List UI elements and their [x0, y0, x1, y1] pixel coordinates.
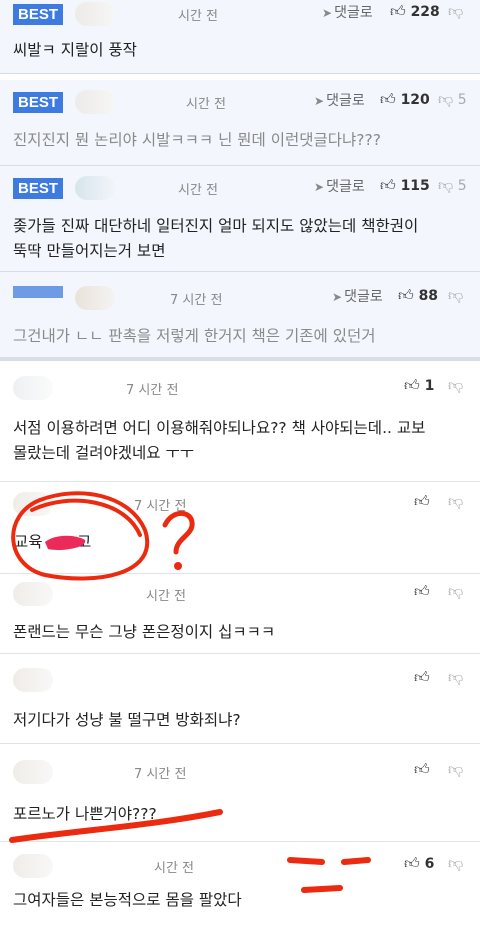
dislike-button[interactable]: 👎︎: [448, 492, 463, 511]
thumbs-up-icon: 👍︎: [390, 2, 406, 20]
like-button[interactable]: 👍︎: [414, 582, 430, 601]
comment-time: 7 시간 전: [134, 499, 187, 514]
dislike-button[interactable]: 👎︎: [448, 582, 463, 601]
comment-time: 시간 전: [146, 589, 187, 604]
best-badge: BEST: [13, 4, 63, 25]
best-badge: BEST: [13, 178, 63, 199]
dislike-button[interactable]: 👎︎: [448, 760, 463, 779]
comment-time: 7 시간 전: [170, 293, 223, 308]
comment-text: 저기다가 성냥 불 떨구면 방화죄냐?: [13, 711, 241, 729]
thumbs-up-icon: 👍︎: [404, 854, 420, 872]
thumbs-down-icon: 👎︎: [448, 582, 464, 600]
thumbs-down-icon: 👎︎: [448, 492, 464, 510]
avatar[interactable]: [75, 176, 115, 200]
comment: 시간 전 👍︎ 👎︎ 폰랜드는 무슨 그냥 폰은정이지 십ㅋㅋㅋ: [0, 574, 480, 654]
like-button[interactable]: 👍︎ 115: [380, 176, 430, 195]
best-comment: BEST 시간 전 ➤ 댓글로 👍︎ 228 👎︎ 씨발ㅋ 지랄이 풍작: [0, 0, 480, 74]
dislike-button[interactable]: 👎︎ 5: [438, 90, 467, 109]
best-comment: 7 시간 전 ➤ 댓글로 👍︎ 88 👎︎ 그건내가 ㄴㄴ 판촉을 저렇게 한거지…: [0, 272, 480, 358]
thumbs-up-icon: 👍︎: [414, 582, 430, 600]
reply-button[interactable]: ➤ 댓글로: [332, 286, 383, 306]
like-button[interactable]: 👍︎ 1: [404, 376, 434, 395]
comment-text: 좆가들 진짜 대단하네 일터진지 얼마 되지도 않았는데 책한권이 뚝딱 만들어…: [13, 217, 419, 260]
avatar[interactable]: [75, 90, 115, 114]
best-badge: BEST: [13, 92, 63, 113]
like-button[interactable]: 👍︎: [414, 492, 430, 511]
comment-text: 진지진지 뭔 논리야 시발ㅋㅋㅋ 닌 뭔데 이런댓글다냐???: [13, 131, 381, 149]
dislike-button[interactable]: 👎︎: [448, 376, 463, 395]
comment-text: 그건내가 ㄴㄴ 판촉을 저렇게 한거지 책은 기존에 있던거: [13, 327, 376, 345]
comment-time: 시간 전: [186, 97, 227, 112]
comment-text: 씨발ㅋ 지랄이 풍작: [13, 41, 137, 59]
best-section-divider: [0, 358, 480, 361]
thumbs-down-icon: 👎︎: [448, 2, 464, 20]
like-button[interactable]: 👍︎ 120: [380, 90, 430, 109]
comment: 7 시간 전 👍︎ 👎︎ 포르노가 나쁜거야???: [0, 744, 480, 842]
avatar[interactable]: [13, 760, 53, 784]
like-button[interactable]: 👍︎ 88: [398, 286, 438, 305]
thumbs-up-icon: 👍︎: [380, 90, 396, 108]
comment-time: 7 시간 전: [134, 767, 187, 782]
comment-text: 그여자들은 본능적으로 몸을 팔았다: [13, 891, 242, 909]
thumbs-up-icon: 👍︎: [380, 176, 396, 194]
thumbs-down-icon: 👎︎: [438, 176, 454, 194]
avatar[interactable]: [13, 668, 53, 692]
avatar[interactable]: [13, 582, 53, 606]
comment: 👍︎ 👎︎ 저기다가 성냥 불 떨구면 방화죄냐?: [0, 654, 480, 744]
dislike-button[interactable]: 👎︎: [448, 2, 463, 21]
avatar[interactable]: [13, 854, 53, 878]
thumbs-down-icon: 👎︎: [448, 286, 464, 304]
like-button[interactable]: 👍︎ 6: [404, 854, 434, 873]
like-button[interactable]: 👍︎ 228: [390, 2, 440, 21]
best-comment: BEST 시간 전 ➤ 댓글로 👍︎ 120 👎︎ 5 진지진지 뭔 논리야 시발…: [0, 80, 480, 166]
reply-button[interactable]: ➤ 댓글로: [322, 2, 373, 22]
avatar[interactable]: [75, 2, 115, 26]
comment: 7 시간 전 👍︎ 👎︎ 교육 고: [0, 482, 480, 574]
avatar[interactable]: [13, 376, 53, 400]
comment-text: 포르노가 나쁜거야???: [13, 805, 157, 823]
reply-arrow-icon: ➤: [322, 6, 333, 20]
best-badge: [13, 286, 63, 298]
thumbs-up-icon: 👍︎: [414, 668, 430, 686]
best-comment: BEST 시간 전 ➤ 댓글로 👍︎ 115 👎︎ 5 좆가들 진짜 대단하네 일…: [0, 166, 480, 272]
comment-time: 시간 전: [178, 9, 219, 24]
thumbs-down-icon: 👎︎: [448, 854, 464, 872]
thumbs-down-icon: 👎︎: [438, 90, 454, 108]
comment-time: 7 시간 전: [126, 383, 179, 398]
thumbs-up-icon: 👍︎: [398, 286, 414, 304]
reply-arrow-icon: ➤: [314, 94, 325, 108]
reply-arrow-icon: ➤: [314, 180, 325, 194]
comment-text: 교육 고: [14, 533, 92, 551]
thumbs-up-icon: 👍︎: [404, 376, 420, 394]
like-button[interactable]: 👍︎: [414, 668, 430, 687]
thumbs-down-icon: 👎︎: [448, 376, 464, 394]
thumbs-down-icon: 👎︎: [448, 760, 464, 778]
thumbs-up-icon: 👍︎: [414, 760, 430, 778]
thumbs-up-icon: 👍︎: [414, 492, 430, 510]
dislike-button[interactable]: 👎︎: [448, 286, 463, 305]
dislike-button[interactable]: 👎︎: [448, 668, 463, 687]
like-button[interactable]: 👍︎: [414, 760, 430, 779]
thumbs-down-icon: 👎︎: [448, 668, 464, 686]
comment-time: 시간 전: [154, 861, 195, 876]
dislike-button[interactable]: 👎︎ 5: [438, 176, 467, 195]
comment: 7 시간 전 👍︎ 1 👎︎ 서점 이용하려면 어디 이용해줘야되나요?? 책 …: [0, 362, 480, 482]
comment-text: 폰랜드는 무슨 그냥 폰은정이지 십ㅋㅋㅋ: [13, 623, 276, 641]
reply-button[interactable]: ➤ 댓글로: [314, 90, 365, 110]
dislike-button[interactable]: 👎︎: [448, 854, 463, 873]
avatar[interactable]: [75, 286, 115, 310]
comment: 시간 전 👍︎ 6 👎︎ 그여자들은 본능적으로 몸을 팔았다: [0, 842, 480, 928]
reply-arrow-icon: ➤: [332, 290, 343, 304]
avatar[interactable]: [13, 492, 53, 516]
reply-button[interactable]: ➤ 댓글로: [314, 176, 365, 196]
comment-text: 서점 이용하려면 어디 이용해줘야되나요?? 책 사야되는데.. 교보 몰랐는데…: [13, 419, 426, 462]
comment-time: 시간 전: [178, 183, 219, 198]
